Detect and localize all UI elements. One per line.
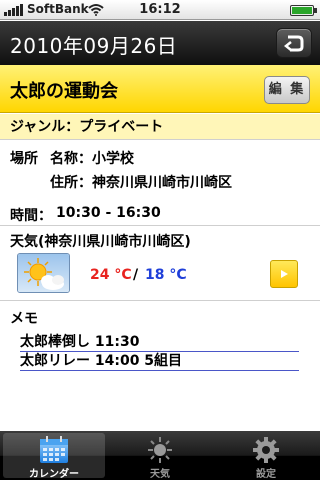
calendar-icon	[40, 436, 68, 463]
tab-calendar-label: カレンダー	[29, 469, 79, 480]
tab-weather-label: 天気	[150, 469, 170, 480]
place-address-label: 住所：	[50, 175, 92, 191]
weather-icon	[148, 437, 172, 463]
tab-settings-label: 設定	[256, 469, 276, 480]
divider	[0, 300, 320, 301]
place-address-value: 神奈川県川崎市川崎区	[92, 175, 232, 191]
memo-line: 太郎リレー 14:00 5組目	[20, 351, 299, 371]
tab-calendar[interactable]: カレンダー	[3, 433, 105, 480]
tab-weather[interactable]: 天気	[109, 433, 211, 480]
event-title: 太郎の運動会	[10, 81, 118, 102]
tab-settings[interactable]: 設定	[215, 433, 317, 480]
battery-icon	[290, 5, 317, 16]
tab-bar: カレンダー 天気 設定	[0, 431, 320, 480]
weather-label: 天気(神奈川県川崎市川崎区)	[10, 234, 191, 250]
genre-row: ジャンル：プライベート	[0, 114, 320, 140]
return-button[interactable]	[276, 28, 312, 58]
memo-line: 太郎棒倒し 11:30	[20, 332, 299, 352]
navigation-bar: 2010年09月26日	[0, 21, 320, 65]
status-bar: SoftBank 16:12	[0, 0, 320, 20]
place-name-value: 小学校	[92, 151, 134, 167]
time-value: 10:30 - 16:30	[56, 205, 161, 221]
gear-icon	[253, 437, 279, 463]
sun-cloud-icon	[17, 253, 70, 293]
place-name-label: 名称：	[50, 151, 92, 167]
temperature-separator: /	[133, 267, 139, 283]
temperature-low: 18 °C	[145, 267, 187, 283]
divider	[0, 225, 320, 226]
time-label: 時間：	[10, 208, 52, 224]
event-header: 太郎の運動会 編 集	[0, 65, 320, 113]
play-icon	[281, 270, 288, 278]
memo-label: メモ	[10, 311, 38, 327]
status-clock: 16:12	[139, 2, 181, 17]
page-title: 2010年09月26日	[10, 34, 178, 58]
weather-detail-button[interactable]	[270, 260, 298, 288]
return-arrow-icon	[283, 35, 304, 52]
temperature-high: 24 °C	[90, 267, 132, 283]
edit-button[interactable]: 編 集	[264, 76, 310, 104]
place-label: 場所	[10, 151, 38, 167]
